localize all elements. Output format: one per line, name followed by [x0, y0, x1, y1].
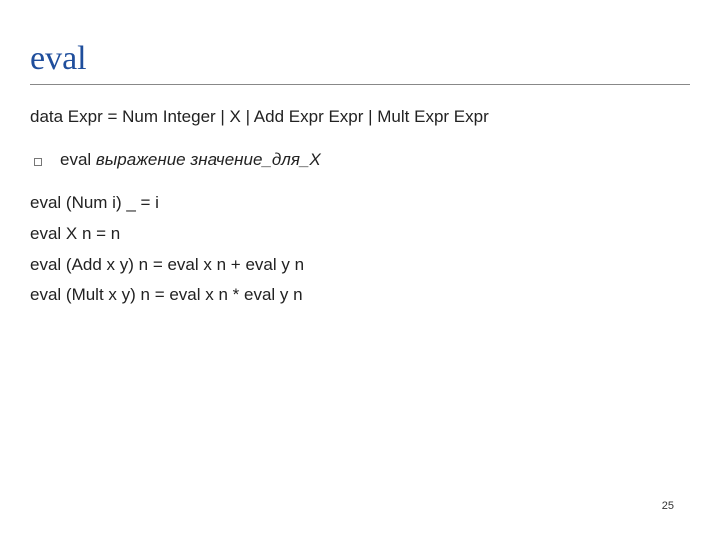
title-underline	[30, 84, 690, 85]
bullet-text: eval выражение значение_для_X	[60, 146, 321, 175]
code-line: eval (Num i) _ = i	[30, 189, 690, 218]
slide-title: eval	[30, 40, 690, 78]
bullet-box-icon	[34, 158, 42, 166]
page-number: 25	[662, 500, 674, 512]
bullet-italic: выражение значение_для_X	[96, 150, 321, 169]
code-line: eval X n = n	[30, 220, 690, 249]
code-line: eval (Mult x y) n = eval x n * eval y n	[30, 281, 690, 310]
code-block: eval (Num i) _ = i eval X n = n eval (Ad…	[30, 189, 690, 311]
code-line: eval (Add x y) n = eval x n + eval y n	[30, 251, 690, 280]
bullet-prefix: eval	[60, 150, 96, 169]
data-declaration: data Expr = Num Integer | X | Add Expr E…	[30, 103, 690, 132]
bullet-item: eval выражение значение_для_X	[30, 146, 690, 175]
slide-content: data Expr = Num Integer | X | Add Expr E…	[30, 103, 690, 310]
